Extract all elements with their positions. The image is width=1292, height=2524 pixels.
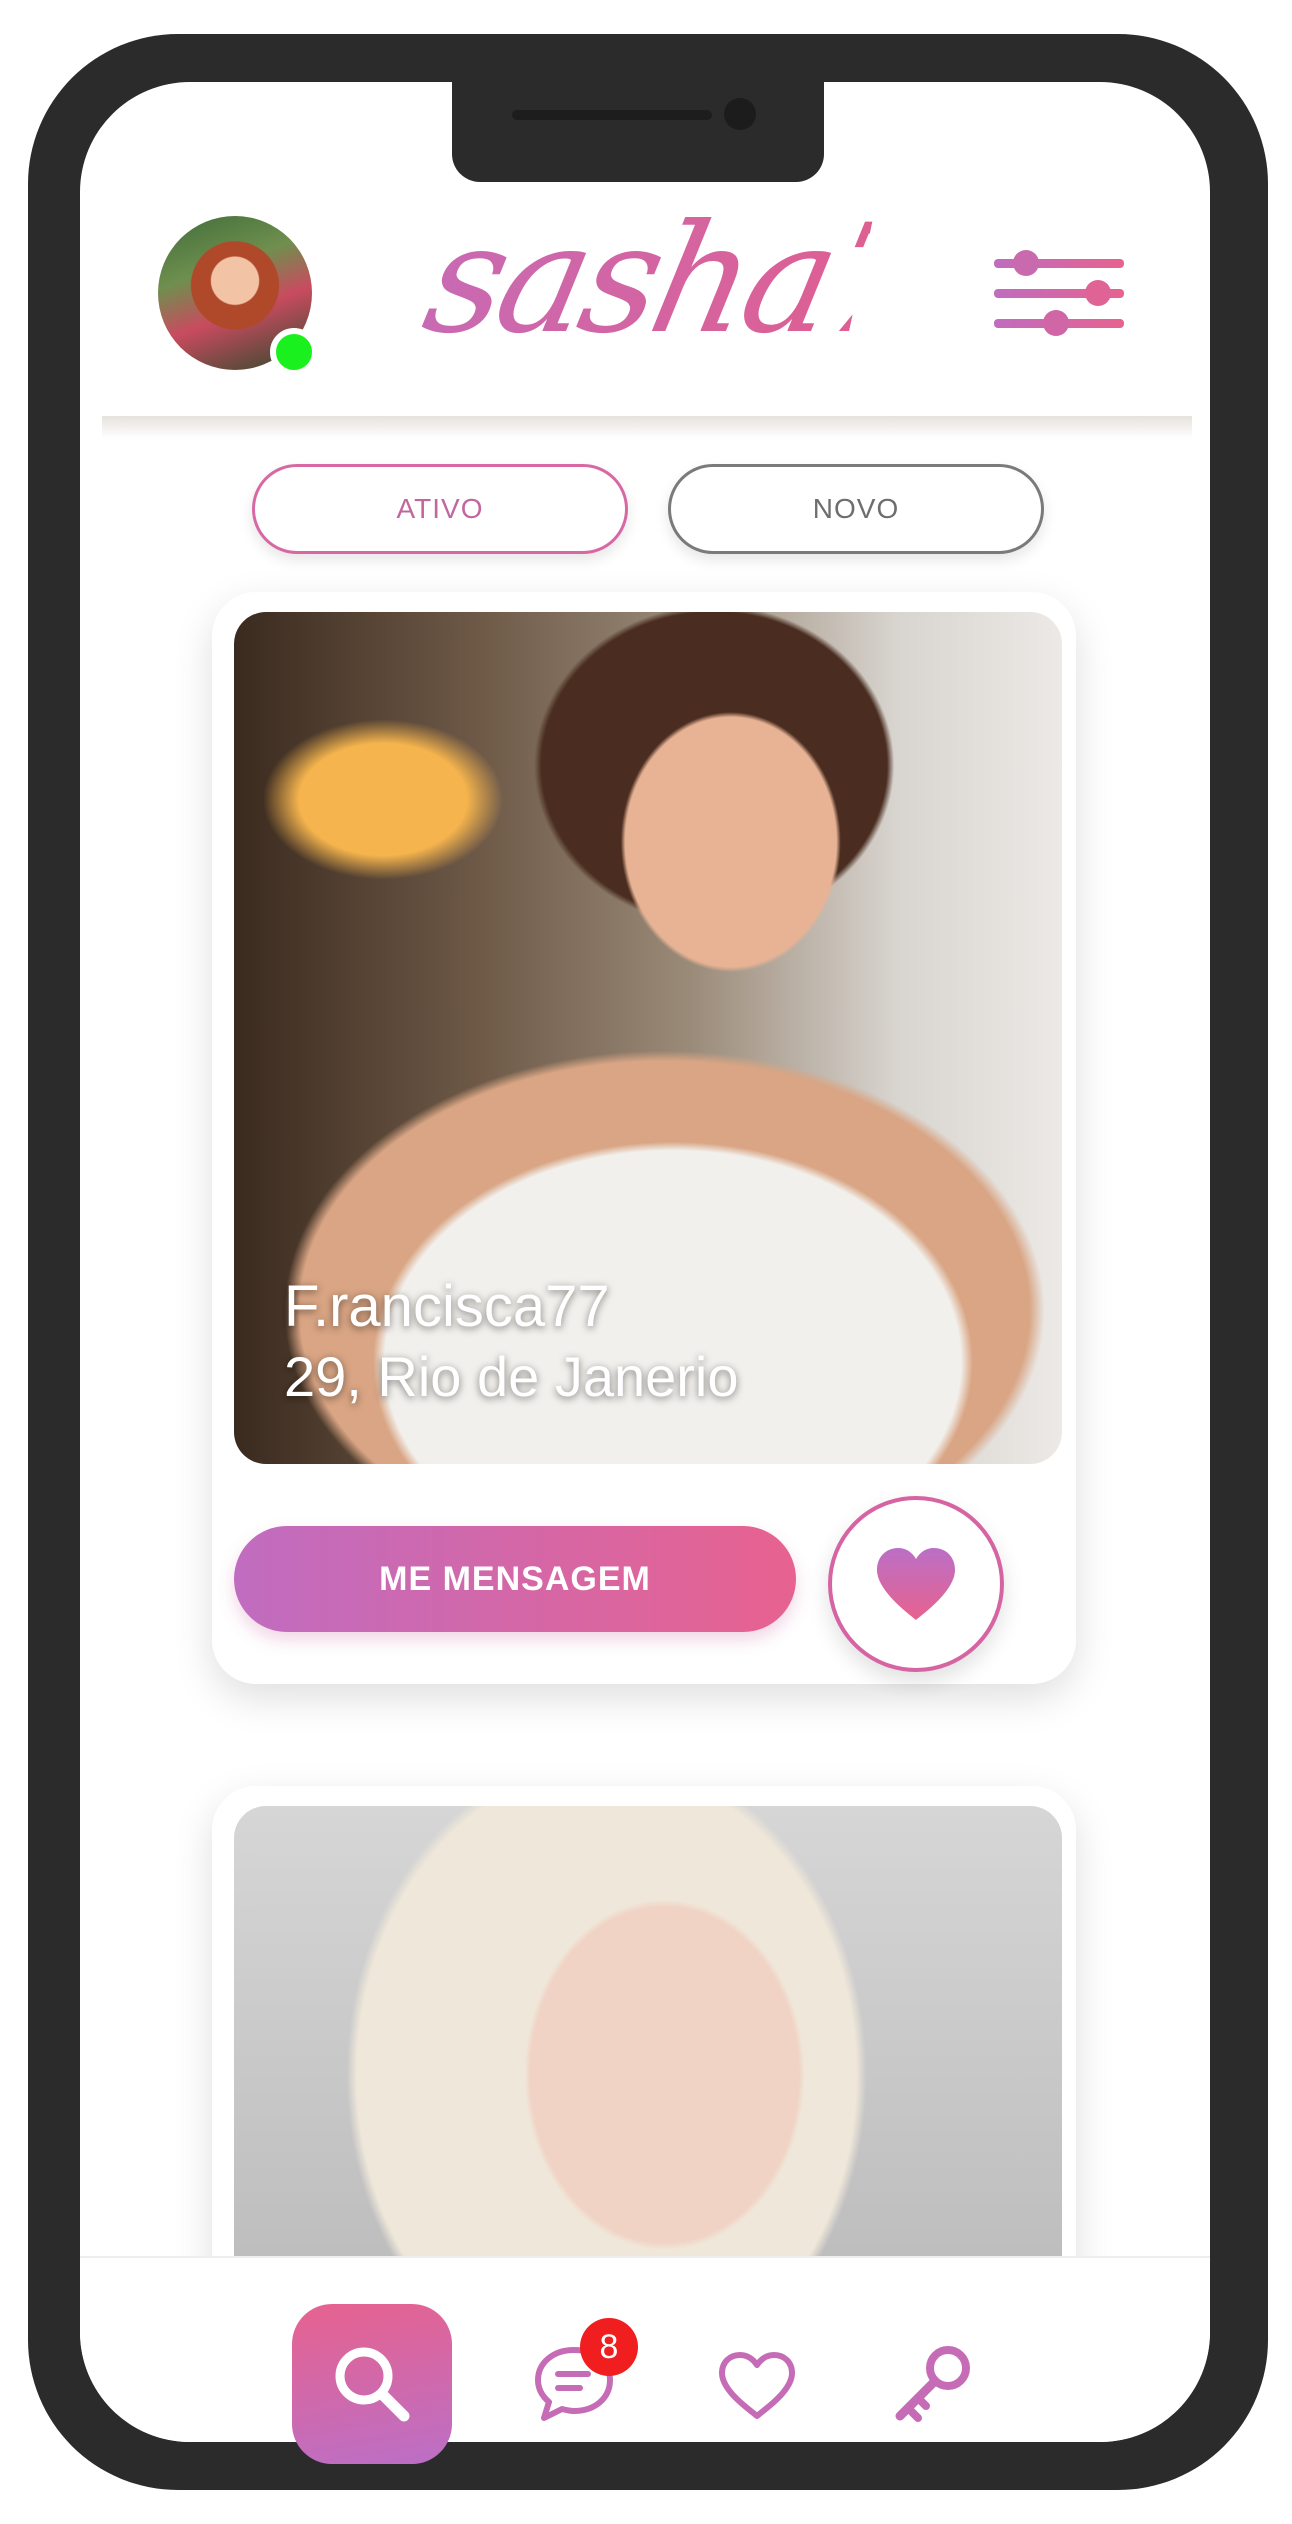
speaker-grille <box>512 110 712 120</box>
filter-settings-button[interactable] <box>994 248 1130 338</box>
heart-outline-icon <box>719 2352 795 2419</box>
send-message-button[interactable]: ME MENSAGEM <box>234 1526 796 1632</box>
online-status-indicator <box>270 328 318 376</box>
header-divider <box>102 416 1192 438</box>
front-camera <box>724 98 756 130</box>
phone-notch <box>452 82 824 182</box>
user-avatar[interactable] <box>158 216 318 376</box>
tab-ativo[interactable]: ATIVO <box>252 464 628 554</box>
search-icon <box>335 2347 410 2422</box>
profile-photo[interactable]: F.rancisca77 29, Rio de Janerio <box>234 612 1062 1464</box>
profile-name: F.rancisca77 <box>284 1274 610 1339</box>
like-button[interactable] <box>828 1496 1004 1672</box>
profile-age-location: 29, Rio de Janerio <box>284 1345 739 1408</box>
bottom-navigation: 8 <box>80 2256 1210 2464</box>
profile-card: F.rancisca77 29, Rio de Janerio ME MENSA… <box>212 592 1076 1684</box>
sliders-icon <box>994 250 1124 336</box>
tab-novo[interactable]: NOVO <box>668 464 1044 554</box>
nav-access-button[interactable] <box>890 2342 974 2426</box>
unread-count-badge: 8 <box>580 2318 638 2376</box>
key-icon <box>895 2346 970 2422</box>
nav-favorites-button[interactable] <box>716 2350 798 2422</box>
nav-search-button[interactable] <box>292 2304 452 2464</box>
heart-icon <box>877 1548 955 1620</box>
app-logo: sasha77 <box>407 170 1027 390</box>
